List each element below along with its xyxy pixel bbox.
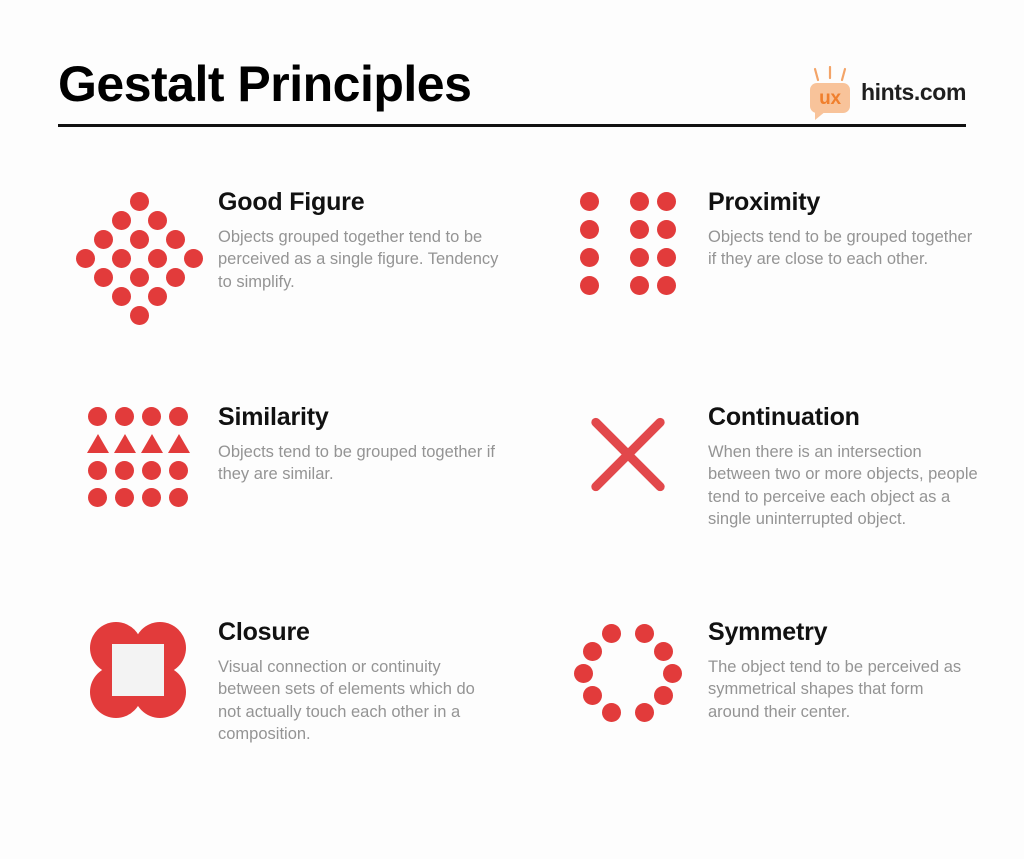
principle-visual <box>548 403 708 503</box>
speech-bubble-icon: ux <box>807 66 853 120</box>
three-column-dot-groups-icon <box>580 192 676 296</box>
header-divider <box>58 124 966 127</box>
principle-text: Continuation When there is an intersecti… <box>708 403 978 531</box>
principle-description: Visual connection or continuity between … <box>218 657 475 744</box>
principle-visual <box>58 403 218 507</box>
principle-description: The object tend to be perceived as symme… <box>708 657 962 721</box>
principles-grid: Good Figure Objects grouped together ten… <box>58 188 978 746</box>
dot-grid-with-triangle-row-icon <box>87 407 190 507</box>
principle-visual <box>58 618 218 718</box>
principle-title: Closure <box>218 618 310 646</box>
diamond-dot-grid-icon <box>76 192 203 325</box>
infographic-page: Gestalt Principles ux hints.com Good Fig… <box>0 0 1024 859</box>
principle-description: Objects tend to be grouped together if t… <box>218 442 496 484</box>
brand-logo: ux hints.com <box>807 66 966 120</box>
principle-title: Good Figure <box>218 188 365 216</box>
principle-continuation: Continuation When there is an intersecti… <box>548 403 978 618</box>
mirrored-dot-arcs-icon <box>572 622 684 722</box>
principle-title: Symmetry <box>708 618 828 646</box>
page-title: Gestalt Principles <box>58 56 472 112</box>
principle-title: Similarity <box>218 403 329 431</box>
principle-good-figure: Good Figure Objects grouped together ten… <box>58 188 548 403</box>
principle-text: Proximity Objects tend to be grouped tog… <box>708 188 978 271</box>
principle-proximity: Proximity Objects tend to be grouped tog… <box>548 188 978 403</box>
principle-symmetry: Symmetry The object tend to be perceived… <box>548 618 978 746</box>
principle-visual <box>548 618 708 722</box>
principle-title: Proximity <box>708 188 821 216</box>
header: Gestalt Principles ux hints.com <box>58 52 966 132</box>
principle-closure: Closure Visual connection or continuity … <box>58 618 548 746</box>
logo-bubble-body: ux <box>809 83 850 120</box>
crossed-lines-x-icon <box>580 407 676 503</box>
principle-description: Objects grouped together tend to be perc… <box>218 227 499 291</box>
principle-similarity: Similarity Objects tend to be grouped to… <box>58 403 548 618</box>
principle-text: Good Figure Objects grouped together ten… <box>218 188 500 293</box>
principle-text: Similarity Objects tend to be grouped to… <box>218 403 500 486</box>
principle-description: When there is an intersection between tw… <box>708 442 978 529</box>
rays-icon <box>813 66 847 82</box>
principle-text: Closure Visual connection or continuity … <box>218 618 500 746</box>
principle-text: Symmetry The object tend to be perceived… <box>708 618 978 723</box>
principle-visual <box>58 188 218 325</box>
four-circles-implied-square-icon <box>90 622 186 718</box>
implied-square <box>112 644 164 696</box>
logo-ux-text: ux <box>819 87 841 109</box>
principle-title: Continuation <box>708 403 860 431</box>
principle-visual <box>548 188 708 296</box>
principle-description: Objects tend to be grouped together if t… <box>708 227 973 269</box>
logo-wordmark: hints.com <box>860 78 966 105</box>
